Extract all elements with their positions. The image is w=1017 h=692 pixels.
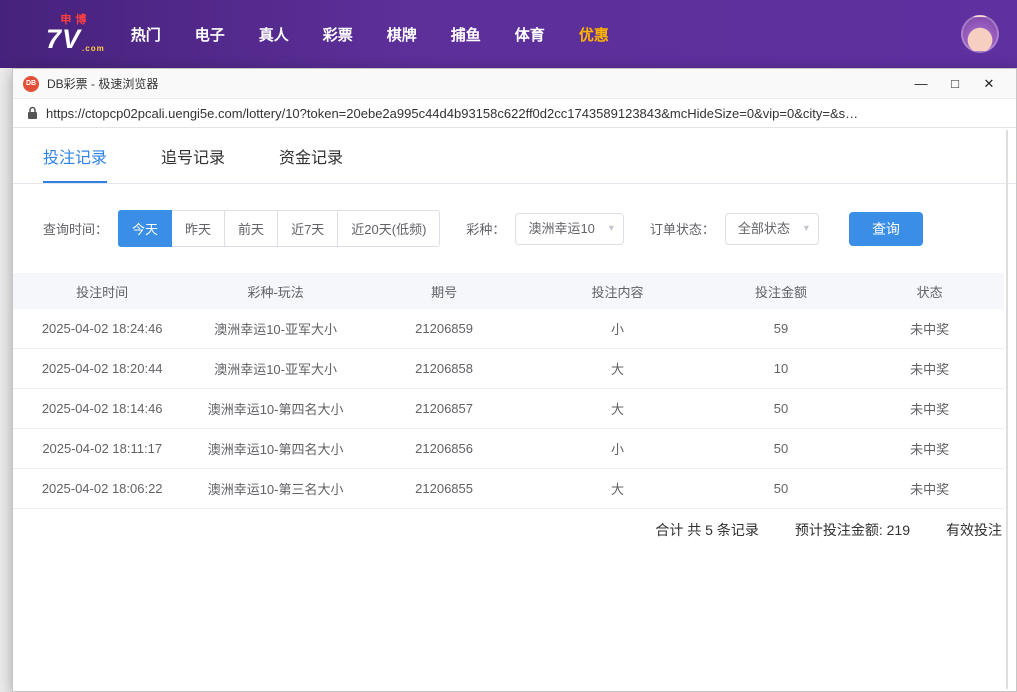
table-row: 2025-04-02 18:24:46 澳洲幸运10-亚军大小 21206859…	[13, 309, 1004, 349]
cell-play-type: 澳洲幸运10-亚军大小	[191, 359, 359, 378]
cell-bet-time: 2025-04-02 18:20:44	[13, 361, 191, 376]
tab-bet-records[interactable]: 投注记录	[43, 144, 107, 183]
maximize-button[interactable]: □	[938, 69, 972, 99]
window-titlebar: DB DB彩票 - 极速浏览器 — □ ✕	[13, 69, 1016, 99]
table-header-row: 投注时间 彩种-玩法 期号 投注内容 投注金额 状态	[13, 273, 1004, 309]
header-bet-content: 投注内容	[528, 282, 706, 301]
window-controls: — □ ✕	[904, 69, 1006, 99]
query-button[interactable]: 查询	[849, 212, 923, 246]
cell-status: 未中奖	[855, 399, 1004, 418]
nav-item-live[interactable]: 真人	[259, 24, 289, 45]
header-issue: 期号	[360, 282, 528, 301]
bet-records-table: 投注时间 彩种-玩法 期号 投注内容 投注金额 状态 2025-04-02 18…	[13, 273, 1004, 551]
lottery-filter-label: 彩种：	[466, 219, 505, 238]
browser-window: DB DB彩票 - 极速浏览器 — □ ✕ https://ctopcp02pc…	[12, 68, 1017, 692]
cell-issue: 21206856	[360, 441, 528, 456]
nav-item-cards[interactable]: 棋牌	[387, 24, 417, 45]
window-title: DB彩票 - 极速浏览器	[47, 75, 158, 92]
header-status: 状态	[855, 282, 1004, 301]
header-play-type: 彩种-玩法	[191, 282, 359, 301]
summary-valid: 有效投注	[946, 520, 1002, 540]
header-bet-amount: 投注金额	[707, 282, 856, 301]
lottery-select-value: 澳洲幸运10	[528, 221, 594, 236]
main-nav: 热门 电子 真人 彩票 棋牌 捕鱼 体育 优惠	[131, 24, 609, 45]
user-avatar[interactable]	[961, 15, 999, 53]
cell-issue: 21206858	[360, 361, 528, 376]
nav-item-promo[interactable]: 优惠	[579, 24, 609, 45]
nav-item-lottery[interactable]: 彩票	[323, 24, 353, 45]
nav-item-hot[interactable]: 热门	[131, 24, 161, 45]
browser-favicon-icon: DB	[23, 76, 39, 92]
lottery-select[interactable]: 澳洲幸运10 ▾	[515, 213, 623, 245]
chevron-down-icon: ▾	[804, 214, 809, 244]
cell-bet-amount: 50	[707, 401, 856, 416]
top-navbar: 申博 7V.com 热门 电子 真人 彩票 棋牌 捕鱼 体育 优惠	[0, 0, 1017, 68]
filter-yesterday[interactable]: 昨天	[171, 210, 225, 247]
cell-bet-time: 2025-04-02 18:06:22	[13, 481, 191, 496]
filter-20days[interactable]: 近20天(低频)	[337, 210, 440, 247]
site-logo[interactable]: 申博 7V.com	[46, 15, 105, 53]
cell-bet-amount: 10	[707, 361, 856, 376]
summary-expected: 预计投注金额: 219	[795, 520, 910, 540]
cell-bet-time: 2025-04-02 18:14:46	[13, 401, 191, 416]
table-row: 2025-04-02 18:14:46 澳洲幸运10-第四名大小 2120685…	[13, 389, 1004, 429]
cell-bet-content: 大	[528, 479, 706, 498]
cell-status: 未中奖	[855, 359, 1004, 378]
nav-item-fishing[interactable]: 捕鱼	[451, 24, 481, 45]
table-row: 2025-04-02 18:11:17 澳洲幸运10-第四名大小 2120685…	[13, 429, 1004, 469]
cell-play-type: 澳洲幸运10-亚军大小	[191, 319, 359, 338]
cell-bet-content: 大	[528, 399, 706, 418]
cell-play-type: 澳洲幸运10-第四名大小	[191, 399, 359, 418]
filter-today[interactable]: 今天	[118, 210, 172, 247]
cell-bet-amount: 59	[707, 321, 856, 336]
cell-play-type: 澳洲幸运10-第三名大小	[191, 479, 359, 498]
time-filter-group: 今天 昨天 前天 近7天 近20天(低频)	[118, 210, 440, 247]
cell-bet-content: 大	[528, 359, 706, 378]
cell-play-type: 澳洲幸运10-第四名大小	[191, 439, 359, 458]
status-filter-label: 订单状态：	[650, 219, 715, 238]
record-tabs: 投注记录 追号记录 资金记录	[13, 128, 1016, 184]
cell-bet-content: 小	[528, 439, 706, 458]
cell-issue: 21206855	[360, 481, 528, 496]
cell-status: 未中奖	[855, 439, 1004, 458]
nav-item-slots[interactable]: 电子	[195, 24, 225, 45]
address-bar[interactable]: https://ctopcp02pcali.uengi5e.com/lotter…	[13, 99, 1016, 128]
status-select-value: 全部状态	[738, 221, 790, 236]
header-bet-time: 投注时间	[13, 282, 191, 301]
cell-bet-amount: 50	[707, 481, 856, 496]
cell-status: 未中奖	[855, 479, 1004, 498]
filter-bar: 查询时间： 今天 昨天 前天 近7天 近20天(低频) 彩种： 澳洲幸运10 ▾…	[43, 210, 1016, 247]
time-filter-label: 查询时间：	[43, 219, 108, 238]
cell-bet-time: 2025-04-02 18:24:46	[13, 321, 191, 336]
nav-item-sports[interactable]: 体育	[515, 24, 545, 45]
url-text: https://ctopcp02pcali.uengi5e.com/lotter…	[46, 106, 858, 121]
lock-icon	[27, 106, 38, 120]
summary-total: 合计 共 5 条记录	[655, 520, 758, 540]
cell-status: 未中奖	[855, 319, 1004, 338]
order-status-select[interactable]: 全部状态 ▾	[725, 213, 819, 245]
cell-bet-time: 2025-04-02 18:11:17	[13, 441, 191, 456]
logo-main-text: 7V.com	[46, 26, 105, 53]
table-row: 2025-04-02 18:06:22 澳洲幸运10-第三名大小 2120685…	[13, 469, 1004, 509]
tab-chase-records[interactable]: 追号记录	[161, 144, 225, 183]
minimize-button[interactable]: —	[904, 69, 938, 99]
filter-7days[interactable]: 近7天	[277, 210, 338, 247]
cell-issue: 21206859	[360, 321, 528, 336]
scrollbar[interactable]	[1006, 130, 1008, 689]
table-summary: 合计 共 5 条记录 预计投注金额: 219 有效投注	[13, 509, 1004, 551]
filter-daybefore[interactable]: 前天	[224, 210, 278, 247]
logo-suffix-text: .com	[82, 44, 105, 53]
chevron-down-icon: ▾	[609, 214, 614, 244]
cell-issue: 21206857	[360, 401, 528, 416]
close-button[interactable]: ✕	[972, 69, 1006, 99]
cell-bet-amount: 50	[707, 441, 856, 456]
cell-bet-content: 小	[528, 319, 706, 338]
table-row: 2025-04-02 18:20:44 澳洲幸运10-亚军大小 21206858…	[13, 349, 1004, 389]
tab-fund-records[interactable]: 资金记录	[279, 144, 343, 183]
page-content: 投注记录 追号记录 资金记录 查询时间： 今天 昨天 前天 近7天 近20天(低…	[13, 128, 1016, 691]
